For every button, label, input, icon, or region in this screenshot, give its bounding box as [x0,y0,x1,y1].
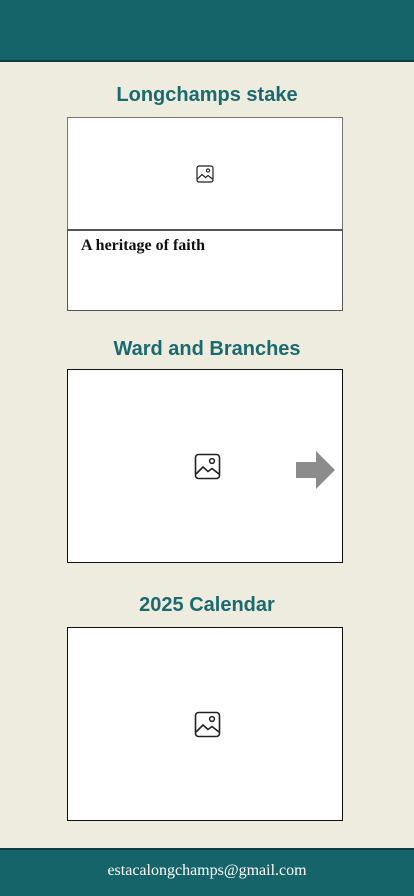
section-title-longchamps-stake: Longchamps stake [116,84,298,106]
stake-caption-box: A heritage of faith [67,229,343,311]
arrow-right-icon[interactable] [296,450,336,490]
footer-email-link[interactable]: estacalongchamps@gmail.com [0,862,414,880]
image-placeholder-icon [194,453,221,480]
image-placeholder-icon [194,711,221,738]
stake-caption-text: A heritage of faith [81,237,205,254]
footer-bar: estacalongchamps@gmail.com [0,848,414,896]
section-title-2025-calendar: 2025 Calendar [139,594,275,616]
stake-image-card[interactable] [67,117,343,231]
image-placeholder-icon [196,165,214,183]
section-title-ward-and-branches: Ward and Branches [113,338,301,360]
calendar-image-card[interactable] [67,627,343,821]
top-header-bar [0,0,414,62]
